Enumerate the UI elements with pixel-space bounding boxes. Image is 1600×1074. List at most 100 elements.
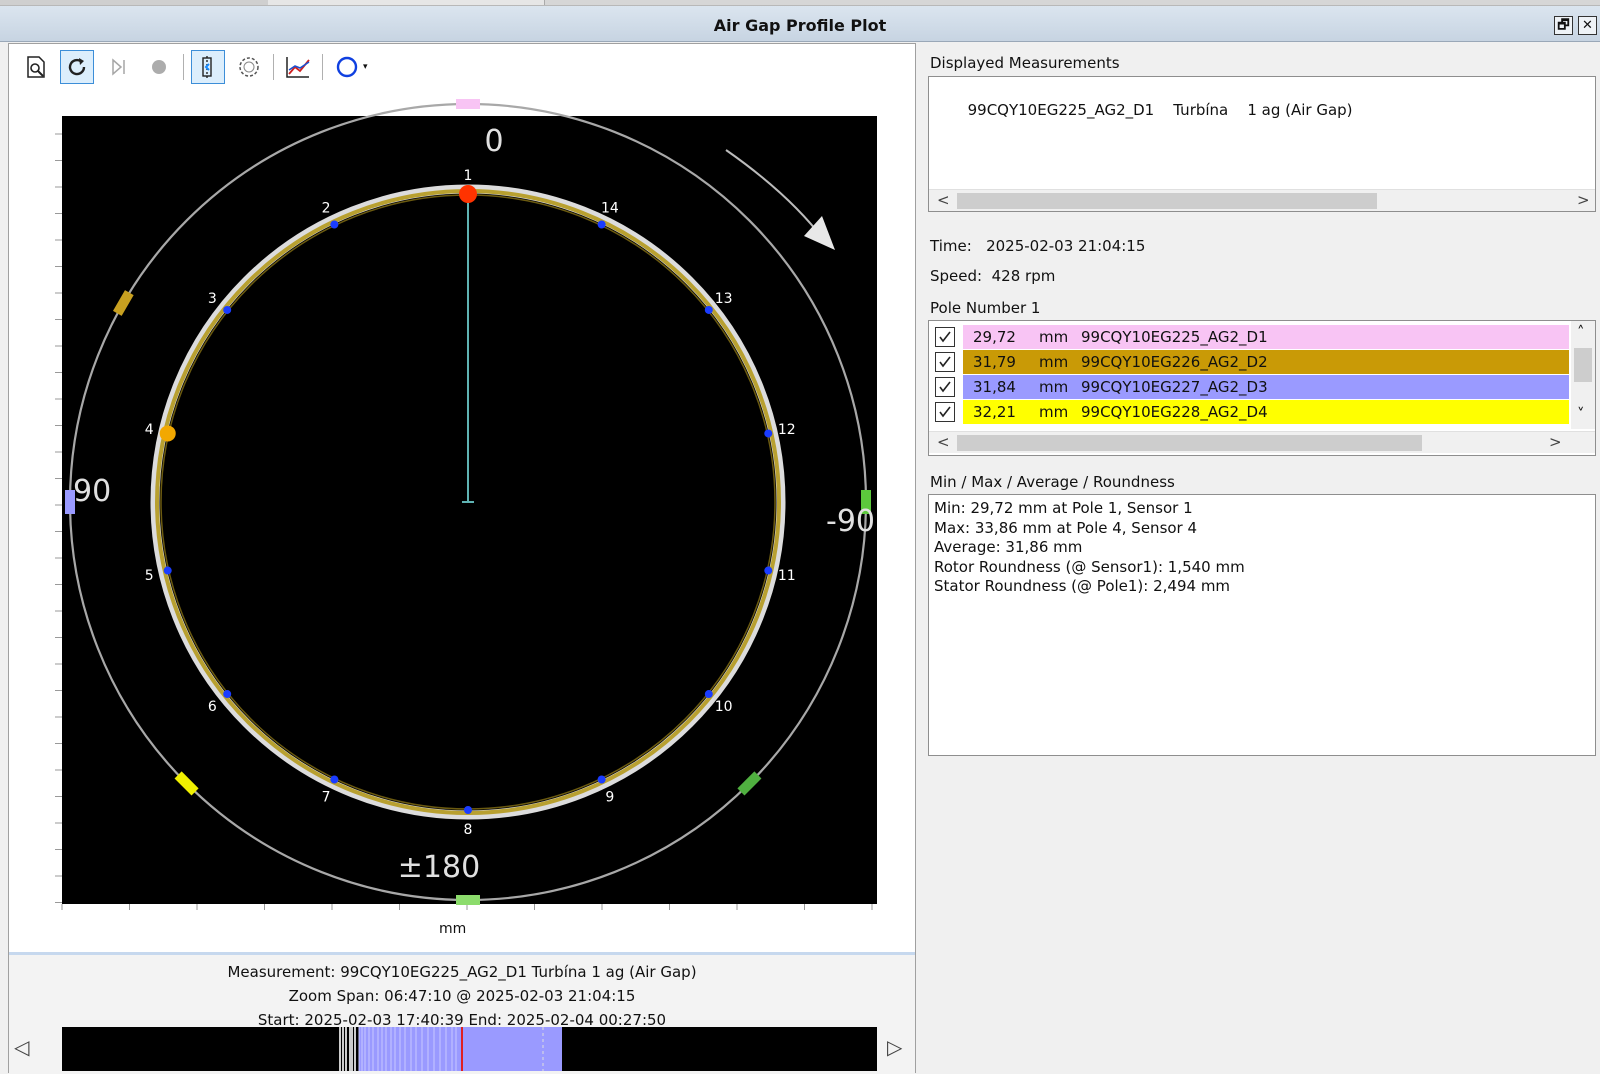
- measurement-name: 99CQY10EG225_AG2_D1: [967, 101, 1155, 119]
- row-fill: 31,79 mm 99CQY10EG226_AG2_D2: [963, 349, 1569, 374]
- timeline-strip[interactable]: [62, 1027, 877, 1071]
- air-gap-polar-plot[interactable]: 1234567891011121314 0 90 -90 ±180: [9, 44, 915, 924]
- list-item[interactable]: 99CQY10EG225_AG2_D1 Turbína 1 ag (Air Ga…: [939, 83, 1353, 137]
- pole-value-row[interactable]: 31,84 mm 99CQY10EG227_AG2_D3: [929, 374, 1569, 399]
- pole-value-row[interactable]: 31,79 mm 99CQY10EG226_AG2_D2: [929, 349, 1569, 374]
- stats-box: Min: 29,72 mm at Pole 1, Sensor 1 Max: 33…: [928, 494, 1596, 756]
- pole-values-list[interactable]: 29,72 mm 99CQY10EG225_AG2_D1 31,79 mm 99CQY10…: [928, 320, 1596, 456]
- scrollbar-thumb[interactable]: [957, 193, 1377, 209]
- time-value: 2025-02-03 21:04:15: [986, 237, 1146, 255]
- pole-label: 3: [208, 291, 217, 307]
- angle-label-minus-90: -90: [826, 504, 875, 539]
- measurement-machine: Turbína: [1173, 101, 1229, 119]
- pole-marker: [597, 775, 606, 784]
- scroll-left-icon[interactable]: <: [937, 432, 950, 452]
- pole-marker: [597, 220, 606, 229]
- stat-line: Rotor Roundness (@ Sensor1): 1,540 mm: [934, 557, 1245, 576]
- displayed-measurements-label: Displayed Measurements: [930, 54, 1120, 72]
- time-row: Time: 2025-02-03 21:04:15: [930, 237, 1145, 255]
- window-titlebar: Air Gap Profile Plot 🗗 ✕: [0, 6, 1600, 42]
- pole-label: 10: [715, 699, 733, 715]
- horizontal-scrollbar[interactable]: < >: [929, 189, 1595, 211]
- pole-value: 31,79: [973, 352, 1016, 371]
- stat-line: Max: 33,86 mm at Pole 4, Sensor 4: [934, 518, 1198, 537]
- close-window-icon[interactable]: ✕: [1578, 16, 1597, 35]
- stat-line: Average: 31,86 mm: [934, 538, 1083, 556]
- stats-label: Min / Max / Average / Roundness: [930, 473, 1175, 491]
- tab-1[interactable]: [0, 0, 268, 5]
- zoom-span-text: Zoom Span: 06:47:10 @ 2025-02-03 21:04:1…: [288, 987, 636, 1005]
- measurement-info-area: Measurement: 99CQY10EG225_AG2_D1 Turbína…: [9, 952, 915, 1074]
- sensor-marker: [456, 895, 480, 905]
- pole-unit: mm: [1039, 377, 1069, 396]
- timeline-prev-icon[interactable]: ◁: [14, 1035, 29, 1059]
- time-label: Time:: [930, 237, 972, 255]
- speed-row: Speed: 428 rpm: [930, 267, 1055, 285]
- displayed-measurements-list[interactable]: 99CQY10EG225_AG2_D1 Turbína 1 ag (Air Ga…: [928, 76, 1596, 212]
- row-checkbox[interactable]: [935, 326, 955, 347]
- angle-label-180: ±180: [398, 850, 480, 885]
- pole-label: 9: [605, 790, 614, 806]
- scrollbar-thumb[interactable]: [1574, 348, 1592, 382]
- pole-marker: [459, 185, 477, 203]
- row-fill: 31,84 mm 99CQY10EG227_AG2_D3: [963, 374, 1569, 399]
- timeline-next-icon[interactable]: ▷: [887, 1035, 902, 1059]
- pole-marker: [330, 220, 339, 229]
- pole-number-label: Pole Number 1: [930, 299, 1041, 317]
- pole-sensor-name: 99CQY10EG227_AG2_D3: [1081, 377, 1268, 396]
- pole-marker: [464, 806, 472, 814]
- row-fill: 32,21 mm 99CQY10EG228_AG2_D4: [963, 399, 1569, 424]
- tab-2[interactable]: [544, 0, 1600, 5]
- scroll-down-icon[interactable]: ˅: [1577, 405, 1585, 423]
- pole-label: 4: [145, 422, 154, 438]
- row-checkbox[interactable]: [935, 351, 955, 372]
- pole-marker: [159, 425, 176, 442]
- pole-label: 13: [715, 291, 733, 307]
- pole-unit: mm: [1039, 327, 1069, 346]
- pole-label: 2: [322, 200, 331, 216]
- pole-marker: [223, 305, 232, 314]
- scroll-right-icon[interactable]: >: [1577, 190, 1590, 210]
- pole-value: 29,72: [973, 327, 1016, 346]
- pole-unit: mm: [1039, 352, 1069, 371]
- pole-label: 5: [145, 568, 154, 584]
- pole-label: 14: [601, 200, 619, 216]
- pole-unit: mm: [1039, 402, 1069, 421]
- window-title: Air Gap Profile Plot: [713, 16, 887, 35]
- restore-window-icon[interactable]: 🗗: [1554, 16, 1573, 35]
- stat-line: Stator Roundness (@ Pole1): 2,494 mm: [934, 577, 1231, 595]
- pole-value-row[interactable]: 29,72 mm 99CQY10EG225_AG2_D1: [929, 324, 1569, 349]
- pole-marker: [764, 429, 773, 438]
- pole-sensor-name: 99CQY10EG228_AG2_D4: [1081, 402, 1268, 421]
- pole-marker: [704, 690, 713, 699]
- pole-marker: [223, 690, 232, 699]
- pole-label: 7: [322, 790, 331, 806]
- pole-marker: [704, 305, 713, 314]
- unit-label: mm: [439, 921, 467, 937]
- details-panel: Displayed Measurements 99CQY10EG225_AG2_…: [918, 43, 1600, 1073]
- pole-label: 12: [778, 422, 796, 438]
- scrollbar-thumb[interactable]: [957, 435, 1422, 451]
- pole-value-row[interactable]: 32,21 mm 99CQY10EG228_AG2_D4: [929, 399, 1569, 424]
- horizontal-scrollbar[interactable]: < >: [929, 431, 1595, 453]
- sensor-marker: [456, 99, 480, 109]
- pole-marker: [330, 775, 339, 784]
- pole-sensor-name: 99CQY10EG226_AG2_D2: [1081, 352, 1268, 371]
- plot-panel: ▾ 1 2 3 4 5 6 7 8 9 10 11 12 13 14 0 90 -90 ±180 mm M…: [8, 43, 916, 1074]
- row-checkbox[interactable]: [935, 401, 955, 422]
- pole-sensor-name: 99CQY10EG225_AG2_D1: [1081, 327, 1268, 346]
- speed-label: Speed:: [930, 267, 983, 285]
- pole-label: 11: [778, 568, 796, 584]
- scroll-left-icon[interactable]: <: [937, 190, 950, 210]
- timeline-selection: [359, 1027, 562, 1071]
- angle-label-0: 0: [484, 124, 503, 159]
- pole-value: 32,21: [973, 402, 1016, 421]
- row-checkbox[interactable]: [935, 376, 955, 397]
- measurement-type: 1 ag (Air Gap): [1247, 101, 1353, 119]
- speed-value: 428 rpm: [991, 267, 1056, 285]
- scroll-right-icon[interactable]: >: [1549, 432, 1562, 452]
- measurement-text: Measurement: 99CQY10EG225_AG2_D1 Turbína…: [227, 963, 697, 981]
- pole-value: 31,84: [973, 377, 1016, 396]
- scroll-up-icon[interactable]: ˄: [1577, 323, 1585, 341]
- vertical-scrollbar[interactable]: ˄ ˅: [1571, 321, 1595, 429]
